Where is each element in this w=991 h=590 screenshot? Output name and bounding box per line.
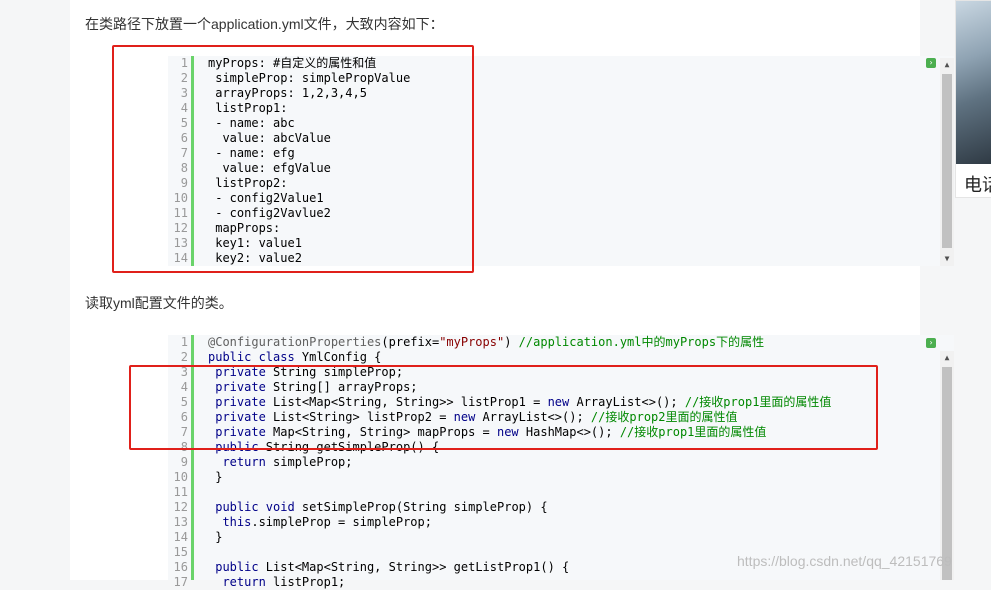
scroll-thumb[interactable] [942, 367, 952, 580]
ad-image [956, 1, 991, 164]
code-line: this.simpleProp = simpleProp; [208, 515, 432, 529]
copy-code-icon[interactable]: › [926, 58, 936, 68]
article-body: 在类路径下放置一个application.yml文件，大致内容如下： 12345… [70, 0, 954, 589]
line-number: 12 [173, 500, 188, 514]
intro-paragraph: 在类路径下放置一个application.yml文件，大致内容如下： [85, 16, 444, 32]
line-number: 14 [173, 530, 188, 544]
highlight-box-yml [112, 45, 474, 273]
ad-title: 电话 [964, 175, 991, 195]
line-number: 9 [180, 455, 188, 469]
scroll-up-arrow-icon[interactable]: ▲ [940, 58, 954, 72]
code-line: return simpleProp; [208, 455, 353, 469]
copy-code-icon[interactable]: › [926, 338, 936, 348]
scroll-down-arrow-icon[interactable]: ▼ [940, 252, 954, 266]
line-number: 17 [173, 575, 188, 589]
code-line: return listProp1; [208, 575, 346, 589]
line-number: 16 [173, 560, 188, 574]
line-number: 15 [173, 545, 188, 559]
code-line: } [208, 530, 223, 544]
code-line: @ConfigurationProperties(prefix="myProps… [208, 335, 765, 349]
line-number: 10 [173, 470, 188, 484]
code-scrollbar[interactable]: ▲ [940, 351, 954, 580]
line-number: 1 [180, 335, 188, 349]
line-number: 13 [173, 515, 188, 529]
line-number: 11 [173, 485, 188, 499]
line-number: 2 [180, 350, 188, 364]
scroll-up-arrow-icon[interactable]: ▲ [940, 351, 954, 365]
watermark: https://blog.csdn.net/qq_42151769 [737, 553, 952, 569]
code-line: } [208, 470, 223, 484]
scroll-thumb[interactable] [942, 74, 952, 248]
code-line: public void setSimpleProp(String simpleP… [208, 500, 548, 514]
code-scrollbar[interactable]: ▲ ▼ [940, 58, 954, 266]
read-class-paragraph: 读取yml配置文件的类。 [85, 295, 233, 311]
code-line: public class YmlConfig { [208, 350, 382, 364]
highlight-box-fields [129, 365, 878, 450]
sidebar-ad-card[interactable]: 电话 [955, 0, 991, 198]
